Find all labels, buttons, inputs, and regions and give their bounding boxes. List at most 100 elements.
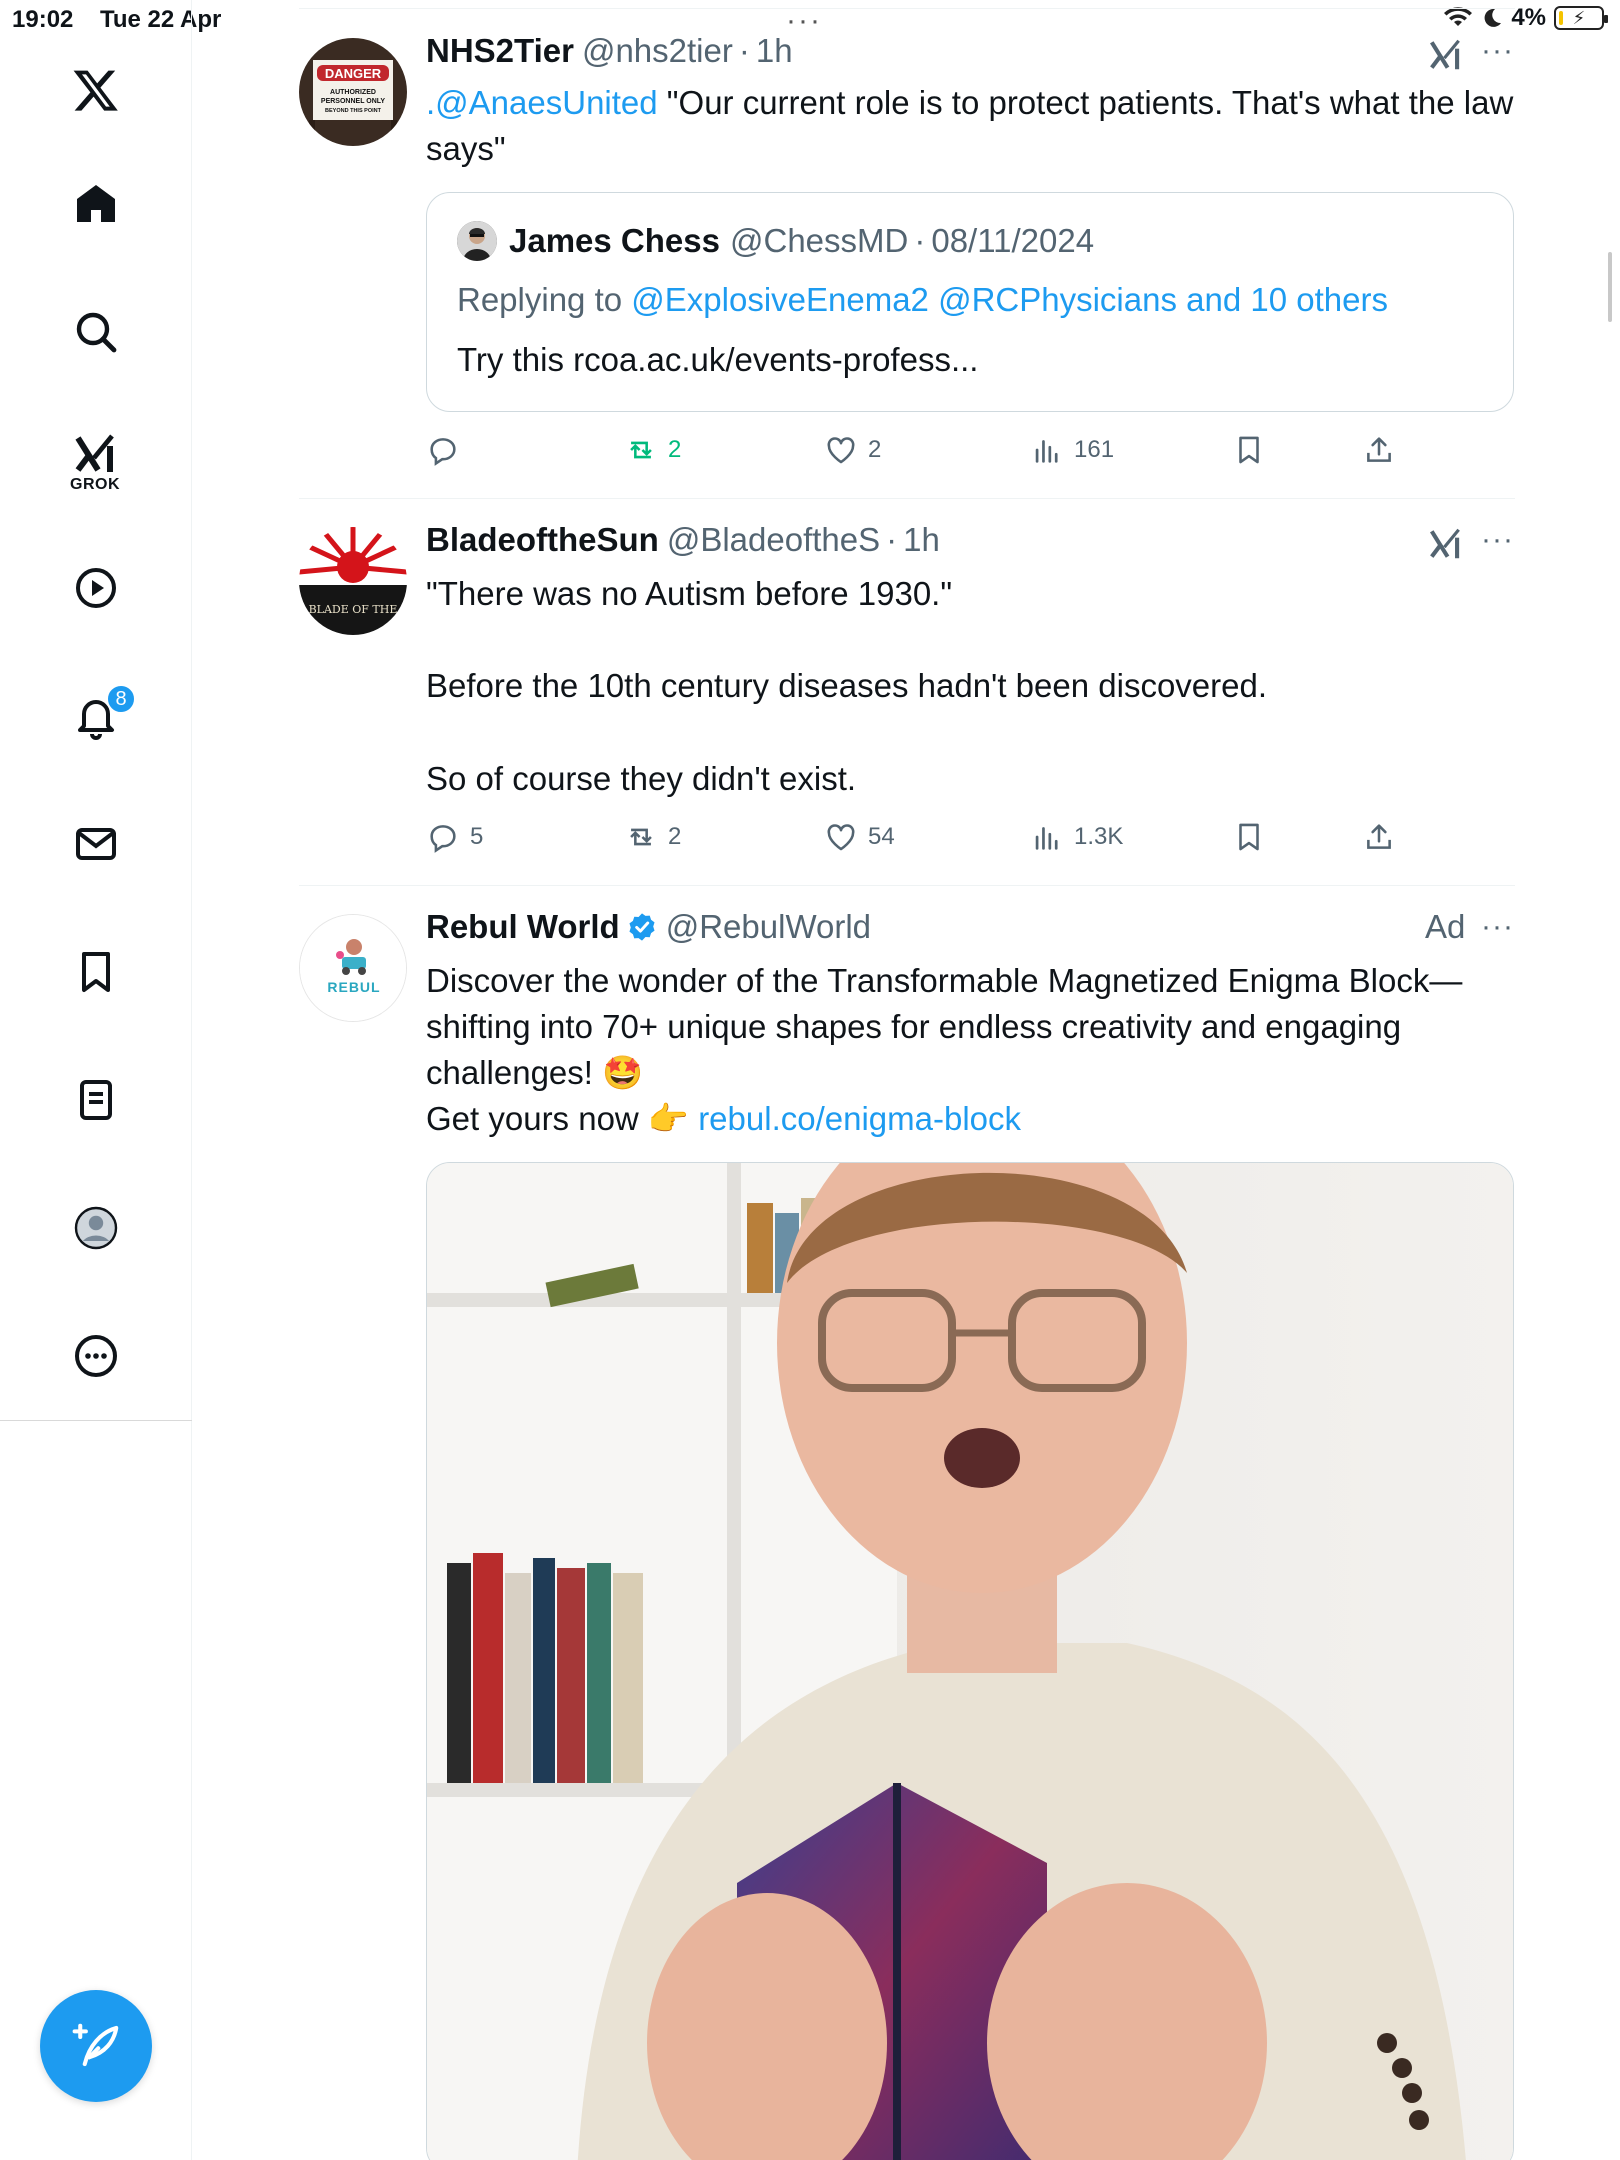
top-divider	[299, 8, 1515, 9]
grok-icon[interactable]	[66, 424, 126, 484]
repost-count: 2	[668, 823, 682, 850]
reply-count: 5	[470, 823, 484, 850]
quote-handle[interactable]: @ChessMD	[730, 222, 908, 260]
cta-link[interactable]: rebul.co/enigma-block	[698, 1100, 1021, 1137]
display-name[interactable]: BladeoftheSun	[426, 521, 659, 558]
sign-title: DANGER	[325, 66, 382, 81]
like-button[interactable]: 54	[824, 815, 895, 859]
notifications-badge: 8	[106, 684, 136, 714]
tweet-text: .@AnaesUnited "Our current role is to pr…	[426, 80, 1516, 172]
repost-button[interactable]: 2	[624, 428, 681, 472]
home-icon[interactable]	[66, 174, 126, 234]
verified-badge-icon	[629, 913, 655, 941]
like-count: 2	[868, 436, 882, 463]
battery-percent: 4%	[1511, 4, 1546, 31]
replying-to-users[interactable]: @ExplosiveEnema2 @RCPhysicians and 10 ot…	[631, 281, 1388, 318]
sidebar: GROK 8	[0, 0, 192, 2160]
quote-header: James Chess @ChessMD · 08/11/2024	[457, 221, 1094, 261]
tweet-header: Rebul World @RebulWorld	[426, 908, 871, 946]
handle[interactable]: @RebulWorld	[666, 908, 871, 945]
bookmark-icon	[1239, 823, 1259, 851]
reply-button[interactable]: 5	[426, 815, 483, 859]
x-logo-icon[interactable]	[66, 60, 126, 120]
separator: ·	[886, 521, 898, 558]
bookmark-icon	[1239, 436, 1259, 464]
tweet-text-line: "There was no Autism before 1930."	[426, 575, 953, 612]
bookmark-button[interactable]	[1232, 428, 1266, 472]
video-icon[interactable]	[66, 558, 126, 618]
share-icon	[1367, 824, 1391, 849]
tweet-actions: 5 2 54 1.3K	[426, 815, 1516, 859]
charging-bolt-icon: ⚡	[1572, 7, 1586, 28]
sign-line-2: PERSONNEL ONLY	[321, 98, 386, 105]
sign-line-3: BEYOND THIS POINT	[325, 108, 382, 114]
avatar[interactable]: REBUL	[299, 914, 407, 1022]
repost-icon	[630, 828, 652, 846]
tweet-cta: Get yours now 👉 rebul.co/enigma-block	[426, 1096, 1516, 1142]
avatar[interactable]: DANGER AUTHORIZED PERSONNEL ONLY BEYOND …	[299, 38, 407, 146]
tweet-header: NHS2Tier @nhs2tier · 1h	[426, 32, 793, 70]
heart-icon	[827, 437, 855, 464]
grok-label: GROK	[70, 476, 120, 493]
profile-icon[interactable]	[66, 1198, 126, 1258]
share-button[interactable]	[1362, 428, 1396, 472]
views-button[interactable]: 161	[1030, 428, 1114, 472]
share-button[interactable]	[1362, 815, 1396, 859]
bookmarks-icon[interactable]	[66, 942, 126, 1002]
views-button[interactable]: 1.3K	[1030, 815, 1123, 859]
like-button[interactable]: 2	[824, 428, 881, 472]
share-icon	[1367, 437, 1391, 462]
messages-icon[interactable]	[66, 814, 126, 874]
more-options-icon[interactable]: ···	[1481, 34, 1514, 68]
reply-icon	[430, 438, 456, 466]
cta-prefix: Get yours now 👉	[426, 1100, 699, 1137]
display-name[interactable]: Rebul World	[426, 908, 620, 945]
separator: ·	[914, 222, 926, 259]
timestamp[interactable]: 1h	[756, 32, 793, 69]
view-count: 1.3K	[1074, 823, 1124, 850]
quote-avatar	[457, 221, 497, 261]
avatar[interactable]: BLADE OF THE	[299, 527, 407, 635]
timeline: DANGER AUTHORIZED PERSONNEL ONLY BEYOND …	[299, 0, 1515, 2160]
tweet-divider	[299, 885, 1515, 886]
tweet-divider	[299, 498, 1515, 499]
repost-count: 2	[668, 436, 682, 463]
search-icon[interactable]	[66, 302, 126, 362]
quote-display-name[interactable]: James Chess	[509, 222, 720, 260]
reply-button[interactable]	[426, 428, 470, 472]
more-options-icon[interactable]: ···	[1481, 523, 1514, 557]
tweet-text: Discover the wonder of the Transformable…	[426, 962, 1463, 1091]
more-icon[interactable]	[66, 1326, 126, 1386]
reply-icon	[430, 825, 456, 853]
replying-to: Replying to @ExplosiveEnema2 @RCPhysicia…	[457, 281, 1388, 319]
handle[interactable]: @BladeoftheS	[667, 521, 880, 558]
repost-button[interactable]: 2	[624, 815, 681, 859]
views-icon	[1035, 827, 1058, 850]
handle[interactable]: @nhs2tier	[582, 32, 733, 69]
display-name[interactable]: NHS2Tier	[426, 32, 574, 69]
ad-label: Ad	[1425, 908, 1466, 945]
repost-icon	[630, 441, 652, 459]
grok-explain-icon[interactable]	[1427, 36, 1465, 74]
timestamp[interactable]: 1h	[903, 521, 940, 558]
sign-line-1: AUTHORIZED	[330, 89, 376, 96]
battery-icon: ⚡	[1554, 6, 1608, 30]
tweet-actions: 2 2 161	[426, 428, 1516, 472]
video-frame	[427, 1163, 1513, 2160]
quote-tweet[interactable]: James Chess @ChessMD · 08/11/2024 Replyi…	[426, 192, 1514, 412]
compose-icon	[72, 2023, 119, 2067]
quote-date: 08/11/2024	[931, 222, 1095, 259]
heart-icon	[827, 824, 855, 851]
video-media[interactable]	[426, 1162, 1514, 2160]
separator: ·	[738, 32, 750, 69]
mention-link[interactable]: .@AnaesUnited	[426, 84, 658, 121]
lists-icon[interactable]	[66, 1070, 126, 1130]
compose-button[interactable]	[40, 1990, 152, 2102]
more-options-icon[interactable]: ···	[1481, 910, 1514, 944]
grok-explain-icon[interactable]	[1427, 525, 1465, 563]
scrollbar[interactable]	[1608, 252, 1612, 322]
tweet-text-line: So of course they didn't exist.	[426, 760, 857, 797]
quote-text: Try this rcoa.ac.uk/events-profess...	[457, 341, 979, 378]
replying-to-prefix: Replying to	[457, 281, 632, 318]
bookmark-button[interactable]	[1232, 815, 1266, 859]
